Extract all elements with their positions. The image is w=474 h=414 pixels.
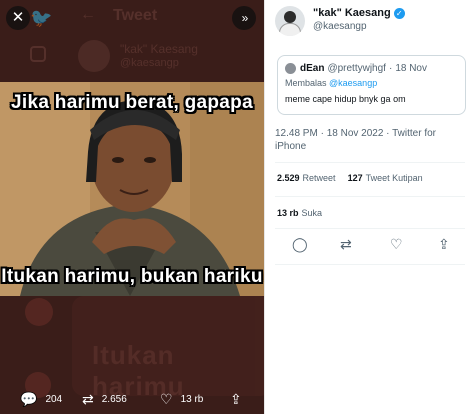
- divider: [275, 162, 465, 163]
- quoted-replying-to: Membalas @kaesangp: [285, 78, 377, 88]
- tweet-detail-panel: "kak" Kaesang ✓ @kaesangp dEan @prettywj…: [264, 0, 474, 414]
- meme-caption-top: Jika harimu berat, gapapa: [11, 92, 253, 113]
- quoted-header: dEan @prettywjhgf · 18 Nov: [285, 63, 427, 74]
- quoted-separator: ·: [388, 63, 393, 74]
- meme-image[interactable]: Jika harimu berat, gapapa Itukan harimu,…: [0, 82, 264, 296]
- author-avatar[interactable]: [275, 6, 305, 36]
- tweet-timestamp[interactable]: 12.48 PM · 18 Nov 2022 · Twitter for iPh…: [275, 127, 465, 153]
- background-home-icon: [30, 46, 46, 62]
- retweet-button[interactable]: ⇄ 2.656: [82, 388, 127, 410]
- back-arrow-icon: ←: [80, 6, 96, 23]
- background-author-name: "kak" Kaesang: [120, 42, 198, 56]
- quoted-author-name: dEan: [300, 63, 325, 74]
- media-action-bar: 💬 204 ⇄ 2.656 ♡ 13 rb ⇪: [0, 388, 264, 414]
- close-icon: ✕: [11, 9, 25, 26]
- share-icon[interactable]: ⇪: [438, 236, 450, 253]
- divider: [275, 228, 465, 229]
- retweet-icon[interactable]: ⇄: [340, 236, 352, 253]
- avatar-head: [284, 11, 296, 23]
- like-stat[interactable]: 13 rb Suka: [277, 208, 322, 218]
- replying-to-link[interactable]: @kaesangp: [329, 78, 377, 88]
- retweet-count: 2.656: [101, 393, 127, 405]
- background-author-handle: @kaesangp: [120, 57, 179, 69]
- heart-icon: ♡: [160, 390, 173, 407]
- retweet-stat-count: 2.529: [277, 173, 300, 183]
- close-button[interactable]: ✕: [6, 6, 30, 30]
- divider: [275, 264, 465, 265]
- reply-icon: 💬: [20, 390, 38, 407]
- tweet-action-bar: ◯ ⇄ ♡ ⇪: [265, 236, 474, 256]
- quote-tweet-stat[interactable]: 127 Tweet Kutipan: [348, 173, 423, 183]
- replying-prefix: Membalas: [285, 78, 327, 88]
- like-stat-count: 13 rb: [277, 208, 299, 218]
- reply-icon[interactable]: ◯: [292, 236, 308, 253]
- background-side-icon: [25, 298, 53, 326]
- reply-count: 204: [45, 393, 63, 405]
- retweet-stat-label: Retweet: [302, 173, 336, 183]
- heart-icon[interactable]: ♡: [390, 236, 403, 253]
- avatar-body: [279, 23, 301, 36]
- quoted-text: meme cape hidup bnyk ga om: [285, 94, 406, 104]
- like-count: 13 rb: [180, 393, 204, 405]
- expand-icon: »: [241, 11, 249, 25]
- author-handle[interactable]: @kaesangp: [313, 21, 367, 32]
- quote-tweet-stat-label: Tweet Kutipan: [365, 173, 423, 183]
- background-avatar: [78, 40, 110, 72]
- reply-button[interactable]: 💬 204: [20, 388, 62, 410]
- twitter-logo-icon: 🐦: [30, 8, 53, 28]
- expand-panel-button[interactable]: »: [232, 6, 256, 30]
- engagement-stats: 2.529 Retweet 127 Tweet Kutipan: [277, 173, 435, 183]
- background-page-title: Tweet: [113, 7, 158, 24]
- media-viewer: 🐦 ← Tweet "kak" Kaesang @kaesangp Itukan…: [0, 0, 264, 414]
- retweet-icon: ⇄: [82, 390, 94, 407]
- divider: [275, 196, 465, 197]
- like-button[interactable]: ♡ 13 rb: [160, 388, 203, 410]
- quoted-author-handle: @prettywjhgf: [327, 63, 386, 74]
- author-name-row: "kak" Kaesang ✓: [313, 7, 405, 19]
- retweet-stat[interactable]: 2.529 Retweet: [277, 173, 336, 183]
- verified-badge-icon: ✓: [393, 7, 405, 19]
- quoted-tweet-card[interactable]: dEan @prettywjhgf · 18 Nov Membalas @kae…: [277, 55, 466, 115]
- quoted-date: 18 Nov: [395, 63, 427, 74]
- quoted-avatar: [285, 63, 296, 74]
- like-stat-label: Suka: [301, 208, 323, 218]
- quote-tweet-stat-count: 127: [347, 173, 363, 183]
- meme-caption-bottom: Itukan harimu, bukan hariku: [1, 266, 263, 287]
- share-button[interactable]: ⇪: [230, 388, 250, 410]
- author-name[interactable]: "kak" Kaesang: [313, 7, 391, 19]
- share-icon: ⇪: [230, 390, 242, 407]
- meme-photo: [0, 82, 264, 296]
